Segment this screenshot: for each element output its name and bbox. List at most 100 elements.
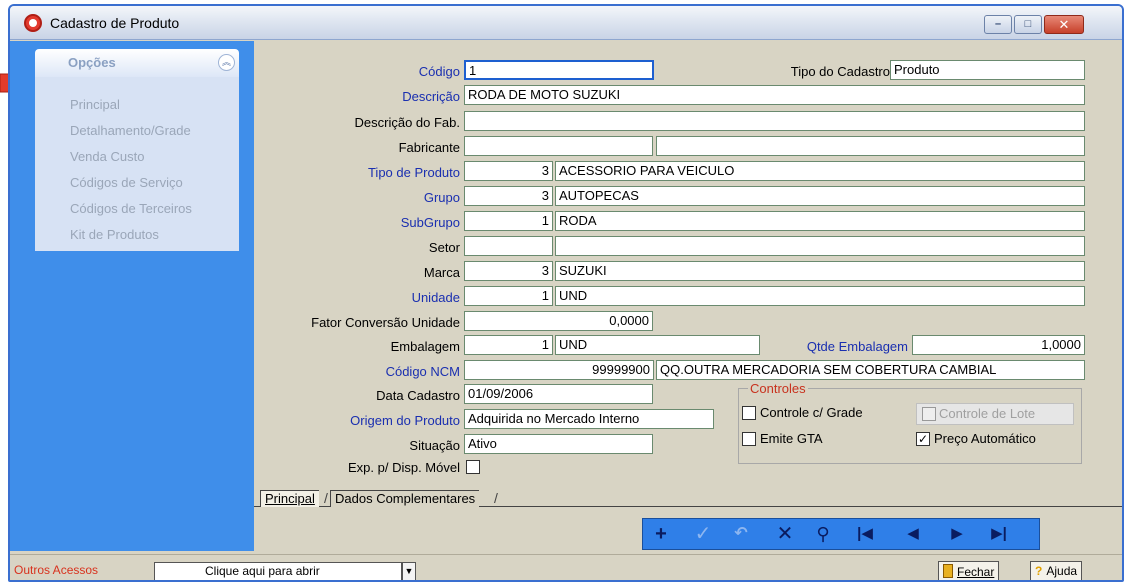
help-icon: ?: [1035, 564, 1043, 578]
preco-automatico-checkbox[interactable]: ✓: [916, 432, 930, 446]
data-cadastro-label: Data Cadastro: [376, 388, 460, 403]
fabricante-code-field[interactable]: [464, 136, 653, 156]
option-item-kit-produtos[interactable]: Kit de Produtos: [70, 227, 159, 242]
outros-acessos-label: Outros Acessos: [14, 563, 99, 577]
undo-icon[interactable]: ↶: [727, 521, 755, 547]
unidade-code-field[interactable]: 1: [464, 286, 553, 306]
ajuda-button[interactable]: ? Ajuda: [1030, 561, 1083, 580]
embalagem-name-field[interactable]: UND: [555, 335, 760, 355]
collapse-icon[interactable]: ︽: [218, 54, 235, 71]
first-icon[interactable]: |◀: [851, 521, 879, 547]
grupo-name-field[interactable]: AUTOPECAS: [555, 186, 1085, 206]
unidade-label: Unidade: [411, 290, 460, 305]
option-item-venda-custo[interactable]: Venda Custo: [70, 149, 144, 164]
chevron-down-icon[interactable]: ▼: [402, 562, 416, 580]
window-title: Cadastro de Produto: [50, 15, 180, 31]
option-item-detalhamento[interactable]: Detalhamento/Grade: [70, 123, 191, 138]
setor-code-field[interactable]: [464, 236, 553, 256]
minimize-button[interactable]: –: [984, 15, 1012, 34]
maximize-icon: □: [1024, 18, 1032, 30]
options-header[interactable]: Opções ︽: [35, 49, 239, 77]
tab-separator: /: [494, 490, 498, 506]
fabricante-name-field[interactable]: [656, 136, 1085, 156]
exp-movel-checkbox[interactable]: [466, 460, 480, 474]
options-panel: Opções ︽ Principal Detalhamento/Grade Ve…: [10, 41, 254, 551]
data-cadastro-field[interactable]: 01/09/2006: [464, 384, 653, 404]
controles-title: Controles: [748, 381, 808, 396]
tipo-produto-name-field[interactable]: ACESSORIO PARA VEICULO: [555, 161, 1085, 181]
codigo-field[interactable]: 1: [464, 60, 654, 80]
marca-code-field[interactable]: 3: [464, 261, 553, 281]
embalagem-label: Embalagem: [390, 339, 460, 354]
ncm-description-field[interactable]: QQ.OUTRA MERCADORIA SEM COBERTURA CAMBIA…: [656, 360, 1085, 380]
grupo-label: Grupo: [423, 190, 460, 205]
minimize-icon: –: [994, 18, 1002, 30]
exp-movel-label: Exp. p/ Disp. Móvel: [348, 460, 460, 475]
situacao-label: Situação: [409, 438, 460, 453]
ncm-label: Código NCM: [385, 364, 460, 379]
grupo-code-field[interactable]: 3: [464, 186, 553, 206]
option-item-principal[interactable]: Principal: [70, 97, 120, 112]
maximize-button[interactable]: □: [1014, 15, 1042, 34]
controle-lote-label: Controle de Lote: [939, 406, 1036, 421]
embalagem-code-field[interactable]: 1: [464, 335, 553, 355]
subgrupo-code-field[interactable]: 1: [464, 211, 553, 231]
plus-icon[interactable]: +: [647, 521, 675, 547]
fechar-label: Fechar: [957, 565, 995, 579]
origem-field[interactable]: Adquirida no Mercado Interno: [464, 409, 714, 429]
emite-gta-checkbox[interactable]: [742, 432, 756, 446]
unidade-name-field[interactable]: UND: [555, 286, 1085, 306]
qtde-embalagem-field[interactable]: 1,0000: [912, 335, 1085, 355]
descricao-field[interactable]: RODA DE MOTO SUZUKI: [464, 85, 1085, 105]
controle-grade-checkbox[interactable]: [742, 406, 756, 420]
descricao-fab-field[interactable]: [464, 111, 1085, 131]
door-icon: [943, 564, 953, 578]
subgrupo-name-field[interactable]: RODA: [555, 211, 1085, 231]
search-icon[interactable]: ⚲: [809, 521, 837, 547]
preco-automatico-label: Preço Automático: [934, 431, 1036, 446]
record-toolbar: + ✓ ↶ ✕ ⚲ |◀ ◀ ▶ ▶|: [642, 518, 1040, 550]
tab-principal[interactable]: Principal: [260, 490, 319, 507]
title-bar: Cadastro de Produto – □ ✕: [10, 6, 1122, 40]
fator-conversao-label: Fator Conversão Unidade: [311, 315, 460, 330]
outros-acessos-combo[interactable]: Clique aqui para abrir: [154, 562, 402, 580]
ncm-code-field[interactable]: 99999900: [464, 360, 654, 380]
fabricante-label: Fabricante: [398, 140, 460, 155]
tipo-cadastro-label: Tipo do Cadastro: [790, 64, 890, 79]
options-title: Opções: [68, 55, 116, 70]
controles-group: [738, 388, 1082, 464]
options-list: Principal Detalhamento/Grade Venda Custo…: [35, 77, 239, 251]
qtde-embalagem-label: Qtde Embalagem: [806, 339, 908, 354]
fator-conversao-field[interactable]: 0,0000: [464, 311, 653, 331]
tab-separator: /: [324, 490, 328, 506]
controle-lote-checkbox[interactable]: [922, 407, 936, 421]
tab-dados-complementares[interactable]: Dados Complementares: [330, 490, 480, 507]
controle-grade-label: Controle c/ Grade: [760, 405, 863, 420]
emite-gta-label: Emite GTA: [760, 431, 823, 446]
product-window: Cadastro de Produto – □ ✕ Opções ︽ Princ…: [8, 4, 1124, 582]
tipo-cadastro-field[interactable]: Produto: [890, 60, 1085, 80]
marca-name-field[interactable]: SUZUKI: [555, 261, 1085, 281]
last-icon[interactable]: ▶|: [985, 521, 1013, 547]
tipo-produto-label: Tipo de Produto: [367, 165, 460, 180]
origem-label: Origem do Produto: [350, 413, 460, 428]
prev-icon[interactable]: ◀: [899, 521, 927, 547]
delete-icon[interactable]: ✕: [771, 521, 799, 547]
fechar-button[interactable]: Fechar: [938, 561, 1000, 580]
option-item-codigos-terceiros[interactable]: Códigos de Terceiros: [70, 201, 192, 216]
close-icon: ✕: [1058, 17, 1070, 32]
app-icon: [24, 14, 42, 32]
descricao-fab-label: Descrição do Fab.: [354, 115, 461, 130]
check-icon[interactable]: ✓: [689, 521, 717, 547]
close-button[interactable]: ✕: [1044, 15, 1084, 34]
codigo-label: Código: [418, 64, 460, 79]
next-icon[interactable]: ▶: [943, 521, 971, 547]
tipo-produto-code-field[interactable]: 3: [464, 161, 553, 181]
situacao-field[interactable]: Ativo: [464, 434, 653, 454]
descricao-label: Descrição: [402, 89, 460, 104]
subgrupo-label: SubGrupo: [400, 215, 460, 230]
setor-name-field[interactable]: [555, 236, 1085, 256]
marca-label: Marca: [423, 265, 460, 280]
option-item-codigos-servico[interactable]: Códigos de Serviço: [70, 175, 183, 190]
ajuda-label: Ajuda: [1046, 564, 1078, 578]
